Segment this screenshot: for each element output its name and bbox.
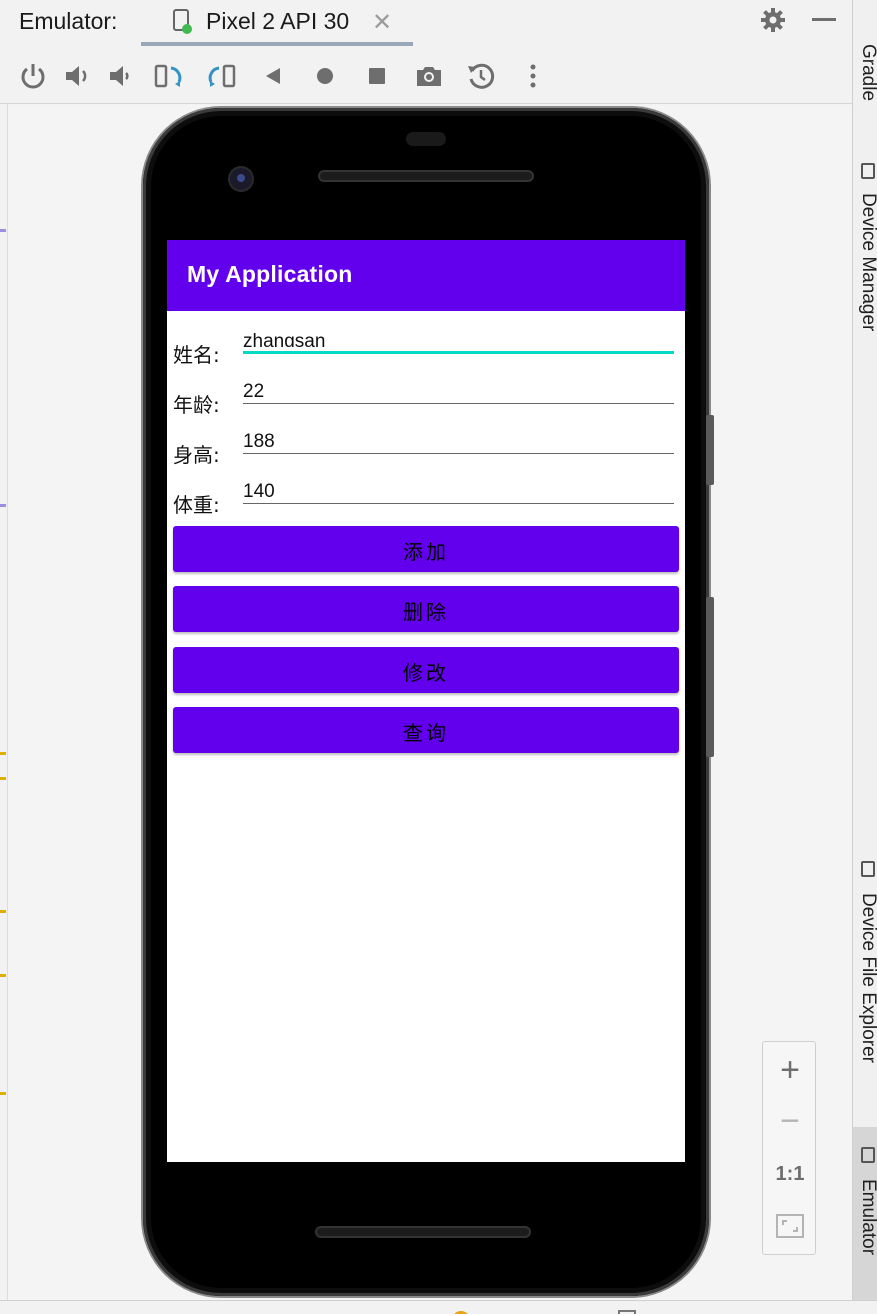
side-tab-device-manager-label: Device Manager	[858, 193, 877, 332]
overview-icon[interactable]	[361, 60, 393, 92]
side-tab-emulator[interactable]: Emulator	[853, 1127, 877, 1300]
snapshot-icon[interactable]	[465, 60, 497, 92]
editor-gutter-strip	[0, 104, 8, 1300]
zoom-in-button[interactable]: +	[763, 1046, 817, 1096]
gear-icon[interactable]	[760, 7, 786, 33]
height-field-row: 身高: 188	[167, 419, 685, 469]
device-manager-icon	[861, 163, 875, 179]
name-label: 姓名:	[173, 343, 220, 367]
power-icon[interactable]	[17, 60, 49, 92]
weight-field-row: 体重: 140	[167, 469, 685, 519]
tool-window-title: Emulator:	[19, 8, 118, 34]
age-input[interactable]: 22	[243, 369, 674, 413]
device-side-button[interactable]	[706, 597, 714, 757]
gutter-marker	[0, 504, 6, 507]
minimize-icon[interactable]	[812, 18, 836, 21]
gutter-marker	[0, 777, 6, 780]
actual-size-button[interactable]: 1:1	[763, 1150, 817, 1200]
gutter-marker	[0, 229, 6, 232]
right-tool-strip: Gradle Device Manager Device File Explor…	[852, 0, 877, 1300]
device-icon	[173, 9, 192, 34]
earpiece-speaker	[318, 170, 534, 182]
home-icon[interactable]	[309, 60, 341, 92]
name-value: zhangsan	[243, 333, 326, 347]
app-title: My Application	[187, 261, 353, 287]
query-button-label: 查询	[403, 721, 449, 745]
rotate-right-icon[interactable]	[205, 60, 237, 92]
volume-down-icon[interactable]	[106, 60, 138, 92]
more-icon[interactable]	[517, 60, 549, 92]
update-button-label: 修改	[403, 661, 449, 685]
zoom-out-button[interactable]: −	[763, 1097, 817, 1147]
screenshot-icon[interactable]	[413, 60, 445, 92]
side-tab-device-file-explorer-label: Device File Explorer	[858, 893, 877, 1063]
emulator-toolbar	[0, 48, 852, 104]
height-label: 身高:	[173, 443, 220, 467]
query-button[interactable]: 查询	[173, 707, 679, 753]
side-tab-device-manager[interactable]: Device Manager	[853, 155, 877, 375]
volume-up-icon[interactable]	[62, 60, 94, 92]
add-button[interactable]: 添加	[173, 526, 679, 572]
tab-pixel-2-api-30[interactable]: Pixel 2 API 30 ✕	[141, 0, 413, 46]
weight-value: 140	[243, 483, 275, 497]
emulator-icon	[861, 1147, 875, 1163]
input-underline	[243, 503, 674, 504]
fit-screen-icon	[776, 1214, 804, 1238]
gutter-marker	[0, 1092, 6, 1095]
add-button-label: 添加	[403, 540, 449, 564]
active-tab-indicator	[141, 42, 413, 46]
back-icon[interactable]	[258, 60, 290, 92]
name-field-row: 姓名: zhangsan	[167, 319, 685, 369]
side-tab-device-file-explorer[interactable]: Device File Explorer	[853, 855, 877, 1110]
side-tab-gradle-label: Gradle	[858, 44, 877, 102]
status-bar	[0, 1300, 877, 1314]
input-underline	[243, 351, 674, 354]
device-screen: My Application 姓名: zhangsan 年龄: 22 身高: 1…	[167, 240, 685, 1162]
name-input[interactable]: zhangsan	[243, 319, 674, 363]
weight-input[interactable]: 140	[243, 469, 674, 513]
device-file-explorer-icon	[861, 861, 875, 877]
age-value: 22	[243, 383, 265, 397]
delete-button-label: 删除	[403, 600, 449, 624]
height-input[interactable]: 188	[243, 419, 674, 463]
gutter-marker	[0, 752, 6, 755]
delete-button[interactable]: 删除	[173, 586, 679, 632]
fit-screen-button[interactable]	[763, 1200, 817, 1250]
front-camera-icon	[230, 168, 252, 190]
input-underline	[243, 403, 674, 404]
side-tab-emulator-label: Emulator	[858, 1179, 877, 1256]
zoom-controls: + − 1:1	[762, 1041, 816, 1255]
input-underline	[243, 453, 674, 454]
proximity-sensor	[406, 132, 446, 146]
close-icon[interactable]: ✕	[372, 8, 392, 37]
device-side-button[interactable]	[706, 415, 714, 485]
gutter-marker	[0, 974, 6, 977]
gutter-marker	[0, 910, 6, 913]
age-label: 年龄:	[173, 393, 220, 417]
tab-label: Pixel 2 API 30	[206, 8, 350, 34]
update-button[interactable]: 修改	[173, 647, 679, 693]
height-value: 188	[243, 433, 275, 447]
bottom-speaker	[315, 1226, 531, 1238]
weight-label: 体重:	[173, 493, 220, 517]
layout-indicator-icon[interactable]	[618, 1310, 636, 1314]
age-field-row: 年龄: 22	[167, 369, 685, 419]
app-bar: My Application	[167, 240, 685, 311]
side-tab-gradle[interactable]: Gradle	[853, 18, 877, 118]
rotate-left-icon[interactable]	[153, 60, 185, 92]
tool-window-header: Emulator: Pixel 2 API 30 ✕	[0, 0, 852, 46]
